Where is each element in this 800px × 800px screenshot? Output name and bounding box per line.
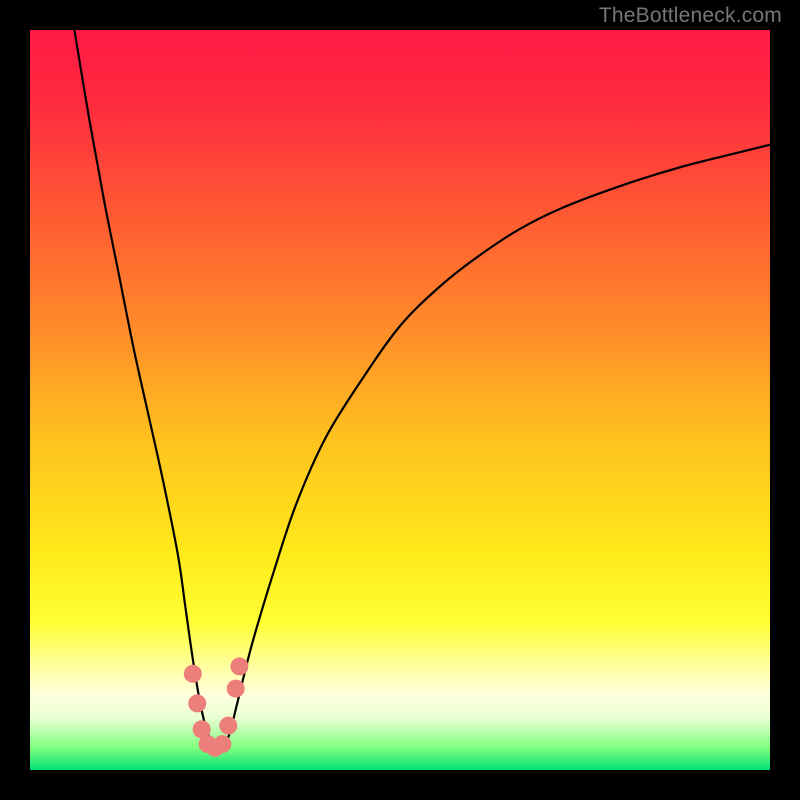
bottleneck-chart: [30, 30, 770, 770]
chart-frame: TheBottleneck.com: [0, 0, 800, 800]
marker-dot: [227, 680, 245, 698]
plot-area: [30, 30, 770, 770]
marker-dot: [184, 665, 202, 683]
marker-dot: [188, 694, 206, 712]
marker-dot: [230, 657, 248, 675]
marker-dot: [219, 717, 237, 735]
gradient-background: [30, 30, 770, 770]
watermark-text: TheBottleneck.com: [599, 4, 782, 28]
marker-dot: [213, 735, 231, 753]
